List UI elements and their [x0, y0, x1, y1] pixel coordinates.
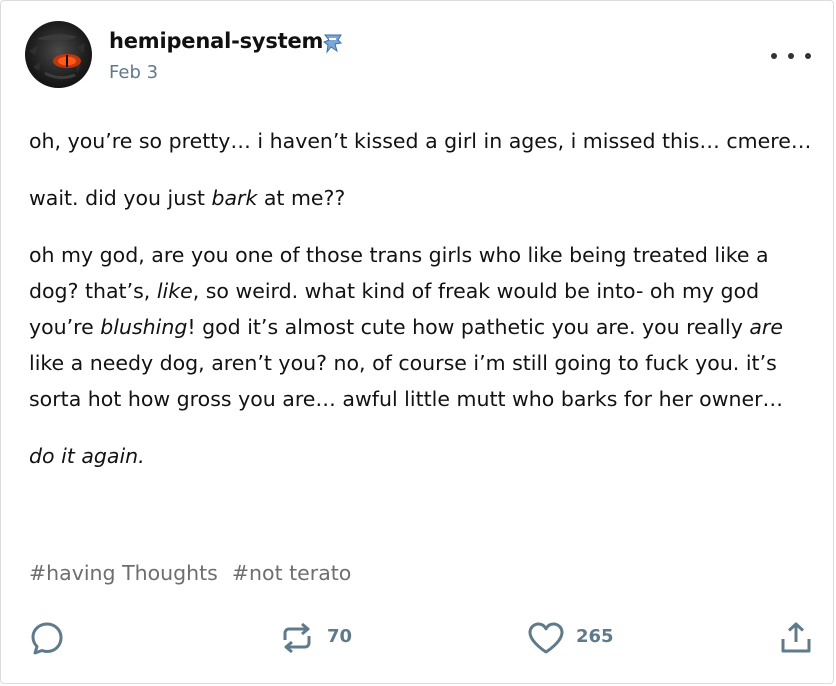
reblog-count[interactable]: 70 — [327, 626, 352, 647]
emphasis-text: are — [749, 315, 783, 339]
paragraph-text: oh, you’re so pretty… i haven’t kissed a… — [29, 129, 812, 153]
post-card: hemipenal-system Feb 3 oh, you’re so pre… — [0, 0, 834, 684]
more-dot-icon — [788, 53, 794, 59]
reply-icon[interactable] — [29, 620, 65, 656]
avatar[interactable] — [25, 21, 92, 88]
post-paragraph: oh, you’re so pretty… i haven’t kissed a… — [29, 123, 819, 159]
reblog-icon[interactable] — [279, 620, 315, 656]
blog-name[interactable]: hemipenal-system — [109, 29, 323, 53]
post-paragraph: do it again. — [29, 438, 819, 474]
emphasis-text: blushing — [100, 315, 188, 339]
blog-badge-icon — [321, 31, 345, 55]
more-dot-icon — [771, 53, 777, 59]
emphasis-text: bark — [211, 186, 258, 210]
emphasis-text: do it again. — [29, 444, 145, 468]
paragraph-text: like a needy dog, aren’t you? no, of cou… — [29, 351, 784, 411]
post-paragraph: wait. did you just bark at me?? — [29, 180, 819, 216]
paragraph-text: ! god it’s almost cute how pathetic you … — [187, 315, 750, 339]
paragraph-text: at me?? — [257, 186, 346, 210]
like-heart-icon[interactable] — [527, 621, 565, 655]
tag-link[interactable]: #not terato — [232, 561, 352, 585]
tag-list: #having Thoughts #not terato — [29, 561, 365, 585]
paragraph-text: wait. did you just — [29, 186, 212, 210]
dragon-eye-icon — [29, 34, 85, 80]
emphasis-text: like — [156, 279, 193, 303]
more-options-button[interactable] — [771, 41, 811, 71]
like-count[interactable]: 265 — [576, 626, 614, 647]
share-icon[interactable] — [778, 620, 814, 656]
post-paragraph: oh my god, are you one of those trans gi… — [29, 237, 819, 417]
tag-link[interactable]: #having Thoughts — [29, 561, 218, 585]
more-dot-icon — [805, 53, 811, 59]
post-date[interactable]: Feb 3 — [109, 62, 158, 83]
post-body: oh, you’re so pretty… i haven’t kissed a… — [29, 123, 819, 495]
